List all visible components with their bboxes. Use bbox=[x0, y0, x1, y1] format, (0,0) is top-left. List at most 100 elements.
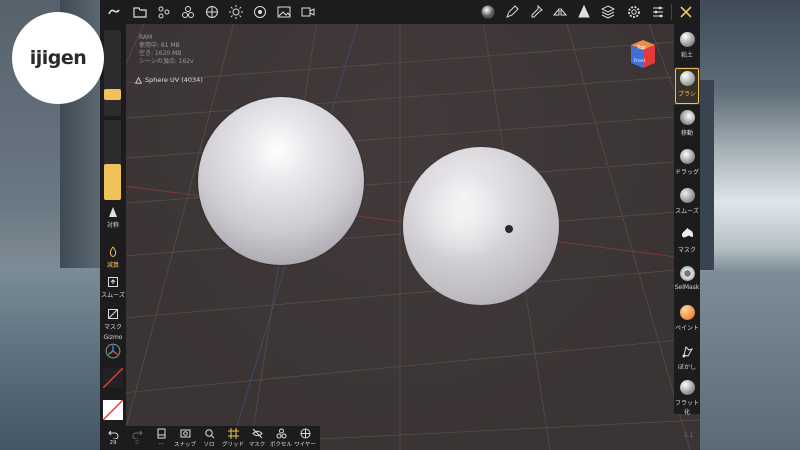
tool-flatten[interactable]: フラット化 bbox=[674, 376, 700, 416]
video-icon[interactable] bbox=[298, 2, 318, 22]
sphere-mesh-right[interactable] bbox=[403, 147, 559, 305]
wireframe-button[interactable]: ワイヤー bbox=[294, 428, 316, 448]
undo-count: 29 bbox=[109, 440, 117, 446]
light-icon[interactable] bbox=[226, 2, 246, 22]
pen-icon[interactable] bbox=[502, 2, 522, 22]
mask-icon bbox=[108, 309, 118, 319]
active-tool-frame bbox=[675, 68, 699, 104]
symmetry-icon bbox=[109, 207, 117, 217]
undo-button[interactable]: 29 bbox=[102, 428, 124, 446]
mask-icon bbox=[681, 228, 693, 238]
tools-icon[interactable] bbox=[178, 2, 198, 22]
color-swatch-primary[interactable] bbox=[103, 368, 123, 388]
subtract-icon bbox=[109, 246, 117, 257]
snap-icon bbox=[180, 429, 190, 438]
grid-icon bbox=[227, 428, 239, 439]
bottom-item-label: マスク bbox=[248, 442, 266, 448]
sliders-icon[interactable] bbox=[648, 2, 668, 22]
left-item-label: マスク bbox=[103, 324, 122, 331]
tool-label: SelMask bbox=[674, 284, 700, 291]
tool-label: フラット化 bbox=[674, 400, 699, 416]
floor-grid bbox=[100, 0, 700, 450]
move-icon bbox=[679, 110, 695, 125]
logo-text: ijigen bbox=[29, 47, 87, 69]
wireframe-icon bbox=[300, 428, 310, 439]
tool-label: ぼかし bbox=[677, 364, 696, 371]
voxel-button[interactable]: ボクセル bbox=[270, 428, 292, 448]
object-button[interactable]: ... bbox=[150, 428, 172, 446]
globe-icon[interactable] bbox=[202, 2, 222, 22]
left-item-gizmo[interactable]: Gizmo bbox=[100, 334, 126, 361]
matcap-sphere-icon[interactable] bbox=[478, 2, 498, 22]
tool-label: 粘土 bbox=[680, 52, 693, 59]
radius-slider-fill bbox=[104, 89, 121, 100]
selected-object-label[interactable]: Sphere UV (4034) bbox=[135, 76, 203, 84]
material-icon[interactable] bbox=[250, 2, 270, 22]
flatten-icon bbox=[679, 380, 695, 395]
tool-smooth[interactable]: スムーズ bbox=[674, 184, 700, 222]
right-tool-panel: 粘土 ブラシ 移動 ドラッグ スムーズ マスク SelMask ペイント ぼかし… bbox=[674, 24, 700, 416]
voxel-icon bbox=[276, 428, 286, 439]
files-icon[interactable] bbox=[130, 2, 150, 22]
sphere-mesh-left[interactable] bbox=[198, 97, 364, 265]
left-brush-panel: 対称 減算 スムーズ マスク Gizmo bbox=[100, 24, 126, 426]
tool-blur[interactable]: ぼかし bbox=[674, 340, 700, 378]
intensity-slider[interactable] bbox=[104, 120, 121, 200]
selmask-icon bbox=[679, 266, 695, 281]
dropper-icon[interactable] bbox=[526, 2, 546, 22]
bottom-toolbar: 29 0 ... スナップ ソロ グリッド マスク ボクセル ワイヤー bbox=[100, 426, 320, 450]
tool-clay[interactable]: 粘土 bbox=[674, 28, 700, 66]
image-icon[interactable] bbox=[274, 2, 294, 22]
radius-slider[interactable] bbox=[104, 30, 121, 116]
3d-viewport[interactable] bbox=[100, 0, 700, 450]
brush-cursor bbox=[505, 225, 513, 233]
left-item-mask[interactable]: マスク bbox=[100, 308, 126, 331]
concrete-column bbox=[700, 80, 714, 270]
left-item-label: Gizmo bbox=[103, 334, 123, 341]
tool-paint[interactable]: ペイント bbox=[674, 301, 700, 339]
cone-icon[interactable] bbox=[574, 2, 594, 22]
blur-icon bbox=[682, 346, 693, 358]
view-cube[interactable]: Top Front bbox=[628, 38, 658, 70]
smooth-icon bbox=[108, 277, 118, 287]
color-swatch-secondary[interactable] bbox=[103, 400, 123, 420]
mask-visibility-button[interactable]: マスク bbox=[246, 428, 268, 448]
selected-object-name: Sphere UV (4034) bbox=[145, 76, 203, 84]
gizmo-icon bbox=[105, 343, 121, 359]
toolbar-separator bbox=[671, 4, 672, 20]
ram-label: RAM bbox=[139, 34, 153, 41]
grid-button[interactable]: グリッド bbox=[222, 428, 244, 448]
intensity-slider-fill bbox=[104, 164, 121, 200]
left-item-subtract[interactable]: 減算 bbox=[100, 246, 126, 269]
tool-brush[interactable]: ブラシ bbox=[674, 67, 700, 105]
redo-icon bbox=[132, 430, 143, 439]
solo-button[interactable]: ソロ bbox=[198, 428, 220, 448]
tool-move[interactable]: 移動 bbox=[674, 106, 700, 144]
scene-icon[interactable] bbox=[154, 2, 174, 22]
tool-mask[interactable]: マスク bbox=[674, 223, 700, 261]
redo-count: 0 bbox=[135, 440, 139, 446]
tool-label: ペイント bbox=[674, 325, 699, 332]
left-item-symmetry[interactable]: 対称 bbox=[100, 206, 126, 229]
view-cube-front-label: Front bbox=[634, 58, 646, 64]
paint-icon bbox=[679, 305, 695, 320]
menu-icon[interactable] bbox=[104, 2, 124, 22]
redo-button[interactable]: 0 bbox=[126, 428, 148, 446]
solo-icon bbox=[204, 429, 214, 439]
snap-button[interactable]: スナップ bbox=[174, 428, 196, 448]
bottom-item-label: スナップ bbox=[174, 442, 197, 448]
mask-visibility-icon bbox=[251, 428, 263, 439]
layers-icon[interactable] bbox=[598, 2, 618, 22]
mesh-icon bbox=[135, 76, 142, 84]
view-cube-top-label: Top bbox=[636, 45, 645, 51]
object-icon bbox=[157, 428, 165, 439]
tool-selmask[interactable]: SelMask bbox=[674, 262, 700, 300]
environment-right bbox=[700, 0, 800, 450]
tool-drag[interactable]: ドラッグ bbox=[674, 145, 700, 183]
smooth-icon bbox=[679, 188, 695, 203]
left-item-smooth[interactable]: スムーズ bbox=[100, 276, 126, 299]
top-toolbar bbox=[100, 0, 700, 24]
symmetry-icon[interactable] bbox=[550, 2, 570, 22]
tools-cross-icon[interactable] bbox=[676, 2, 696, 22]
settings-icon[interactable] bbox=[624, 2, 644, 22]
